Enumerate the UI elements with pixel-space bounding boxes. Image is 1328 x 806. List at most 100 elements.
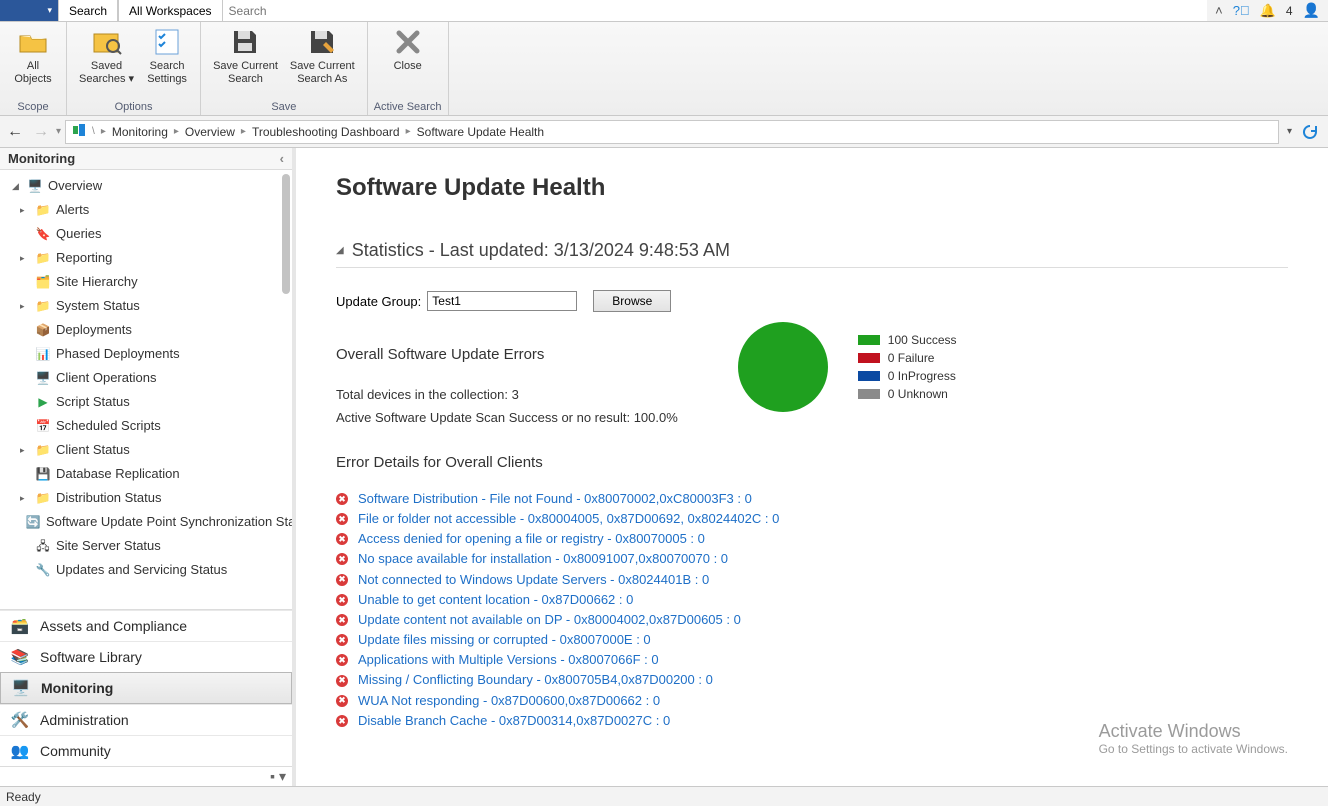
breadcrumb-home-icon[interactable] bbox=[72, 123, 86, 140]
watermark-line2: Go to Settings to activate Windows. bbox=[1099, 742, 1288, 756]
tree-node-client-status[interactable]: ▸📁 Client Status bbox=[0, 438, 292, 462]
tree-node-phased-deployments[interactable]: 📊 Phased Deployments bbox=[0, 342, 292, 366]
error-link[interactable]: Update files missing or corrupted - 0x80… bbox=[358, 631, 651, 649]
error-link[interactable]: File or folder not accessible - 0x800040… bbox=[358, 510, 779, 528]
floppy-icon bbox=[229, 26, 261, 58]
error-item[interactable]: ✖ Applications with Multiple Versions - 0… bbox=[336, 650, 1288, 670]
file-menu-button[interactable] bbox=[0, 0, 58, 21]
save-current-search-as-button[interactable]: Save Current Search As bbox=[284, 24, 361, 101]
help-icon[interactable]: ?⃝ bbox=[1233, 3, 1250, 18]
error-item[interactable]: ✖File or folder not accessible - 0x80004… bbox=[336, 509, 1288, 529]
error-list: ✖ Software Distribution - File not Found … bbox=[336, 489, 1288, 731]
nav-forward-button[interactable]: → bbox=[30, 121, 52, 143]
error-link[interactable]: Access denied for opening a file or regi… bbox=[358, 530, 705, 548]
error-link[interactable]: Applications with Multiple Versions - 0x… bbox=[358, 651, 659, 669]
tree-node-overview[interactable]: ◢ 🖥️ Overview bbox=[0, 174, 292, 198]
error-item[interactable]: ✖No space available for installation - 0… bbox=[336, 549, 1288, 569]
hierarchy-icon: 🗂️ bbox=[36, 275, 50, 289]
tree-node-sup-sync[interactable]: 🔄 Software Update Point Synchronization … bbox=[0, 510, 292, 534]
wb-community[interactable]: 👥 Community bbox=[0, 735, 292, 766]
error-bullet-icon: ✖ bbox=[336, 614, 348, 626]
folder-icon: 📁 bbox=[36, 443, 50, 457]
tree-node-system-status[interactable]: ▸📁 System Status bbox=[0, 294, 292, 318]
wb-label: Software Library bbox=[40, 649, 142, 665]
nav-history-dropdown[interactable]: ▾ bbox=[56, 126, 61, 137]
wb-software-library[interactable]: 📚 Software Library bbox=[0, 641, 292, 672]
collapse-ribbon-icon[interactable]: ˄ bbox=[1215, 3, 1223, 18]
error-item[interactable]: ✖Not connected to Windows Update Servers… bbox=[336, 570, 1288, 590]
tree-node-updates-servicing[interactable]: 🔧 Updates and Servicing Status bbox=[0, 558, 292, 582]
global-search-input[interactable] bbox=[223, 0, 1208, 21]
wb-monitoring[interactable]: 🖥️ Monitoring bbox=[0, 672, 292, 704]
tree-node-label: Alerts bbox=[56, 201, 89, 219]
tree-node-deployments[interactable]: 📦 Deployments bbox=[0, 318, 292, 342]
search-settings-button[interactable]: Search Settings bbox=[140, 24, 194, 101]
nav-back-button[interactable]: ← bbox=[4, 121, 26, 143]
statistics-section-header[interactable]: ◢ Statistics - Last updated: 3/13/2024 9… bbox=[336, 240, 1288, 268]
error-item[interactable]: ✖Unable to get content location - 0x87D0… bbox=[336, 590, 1288, 610]
save-current-search-button[interactable]: Save Current Search bbox=[207, 24, 284, 101]
error-bullet-icon: ✖ bbox=[336, 654, 348, 666]
close-x-icon bbox=[392, 26, 424, 58]
tree-node-site-server-status[interactable]: 🖧 Site Server Status bbox=[0, 534, 292, 558]
wb-administration[interactable]: 🛠️ Administration bbox=[0, 704, 292, 735]
tree-node-queries[interactable]: 🔖 Queries bbox=[0, 222, 292, 246]
saved-searches-button[interactable]: Saved Searches ▾ bbox=[73, 24, 140, 101]
watermark-line1: Activate Windows bbox=[1099, 721, 1288, 742]
error-link[interactable]: WUA Not responding - 0x87D00600,0x87D006… bbox=[358, 692, 660, 710]
all-objects-button[interactable]: All Objects bbox=[6, 24, 60, 101]
error-link[interactable]: Missing / Conflicting Boundary - 0x80070… bbox=[358, 671, 713, 689]
ribbon-group-scope: All Objects Scope bbox=[0, 22, 67, 115]
page-title: Software Update Health bbox=[336, 174, 1288, 202]
crumb-software-update-health[interactable]: Software Update Health bbox=[417, 125, 544, 139]
error-item[interactable]: ✖Access denied for opening a file or reg… bbox=[336, 529, 1288, 549]
ribbon-group-active-search: Close Active Search bbox=[368, 22, 449, 115]
tree-node-distribution-status[interactable]: ▸📁 Distribution Status bbox=[0, 486, 292, 510]
wb-label: Monitoring bbox=[41, 680, 113, 696]
statistics-title-text: Statistics - Last updated: 3/13/2024 9:4… bbox=[352, 240, 730, 261]
crumb-troubleshooting[interactable]: Troubleshooting Dashboard bbox=[252, 125, 400, 139]
breadcrumb-more-dropdown[interactable]: ▾ bbox=[1283, 126, 1292, 137]
breadcrumb[interactable]: \ ▸ Monitoring ▸ Overview ▸ Troubleshoot… bbox=[65, 120, 1279, 144]
tree-node-label: Script Status bbox=[56, 393, 130, 411]
wb-label: Community bbox=[40, 743, 111, 759]
browse-button[interactable]: Browse bbox=[593, 290, 671, 312]
tree-node-client-operations[interactable]: 🖥️ Client Operations bbox=[0, 366, 292, 390]
wb-assets[interactable]: 🗃️ Assets and Compliance bbox=[0, 610, 292, 641]
error-item[interactable]: ✖ Update content not available on DP - 0x… bbox=[336, 610, 1288, 630]
error-link[interactable]: Unable to get content location - 0x87D00… bbox=[358, 591, 633, 609]
error-link[interactable]: Not connected to Windows Update Servers … bbox=[358, 571, 709, 589]
admin-icon: 🛠️ bbox=[10, 711, 30, 729]
error-item[interactable]: ✖WUA Not responding - 0x87D00600,0x87D00… bbox=[336, 691, 1288, 711]
tree-node-db-replication[interactable]: 💾 Database Replication bbox=[0, 462, 292, 486]
error-link[interactable]: Disable Branch Cache - 0x87D00314,0x87D0… bbox=[358, 712, 670, 730]
close-search-button[interactable]: Close bbox=[381, 24, 435, 101]
notification-bell-icon[interactable]: 🔔 bbox=[1260, 3, 1276, 19]
user-icon[interactable]: 👤 bbox=[1303, 2, 1320, 19]
error-link[interactable]: Update content not available on DP - 0x8… bbox=[358, 611, 741, 629]
error-link[interactable]: No space available for installation - 0x… bbox=[358, 550, 728, 568]
crumb-monitoring[interactable]: Monitoring bbox=[112, 125, 168, 139]
error-item[interactable]: ✖Missing / Conflicting Boundary - 0x8007… bbox=[336, 670, 1288, 690]
ribbon: All Objects Scope Saved Searches ▾ Searc… bbox=[0, 22, 1328, 116]
all-objects-label: All Objects bbox=[14, 60, 51, 86]
error-item[interactable]: ✖Software Distribution - File not Found … bbox=[336, 489, 1288, 509]
scheduled-icon: 📅 bbox=[36, 419, 50, 433]
workspaces-tab[interactable]: All Workspaces bbox=[118, 0, 222, 21]
tree-node-alerts[interactable]: ▸📁 Alerts bbox=[0, 198, 292, 222]
search-tab[interactable]: Search bbox=[58, 0, 118, 21]
tree-node-script-status[interactable]: ▶ Script Status bbox=[0, 390, 292, 414]
error-item[interactable]: ✖Update files missing or corrupted - 0x8… bbox=[336, 630, 1288, 650]
collapse-left-panel-icon[interactable]: ‹ bbox=[280, 151, 284, 166]
tree-node-label: Database Replication bbox=[56, 465, 180, 483]
crumb-overview[interactable]: Overview bbox=[185, 125, 235, 139]
error-link[interactable]: Software Distribution - File not Found -… bbox=[358, 490, 752, 508]
tree-node-reporting[interactable]: ▸📁 Reporting bbox=[0, 246, 292, 270]
tree-node-site-hierarchy[interactable]: 🗂️ Site Hierarchy bbox=[0, 270, 292, 294]
tree-node-label: Updates and Servicing Status bbox=[56, 561, 227, 579]
update-group-input[interactable] bbox=[427, 291, 577, 311]
error-bullet-icon: ✖ bbox=[336, 715, 348, 727]
wb-overflow-button[interactable]: ▪ ▾ bbox=[0, 766, 292, 786]
tree-node-scheduled-scripts[interactable]: 📅 Scheduled Scripts bbox=[0, 414, 292, 438]
refresh-button[interactable] bbox=[1296, 124, 1324, 140]
